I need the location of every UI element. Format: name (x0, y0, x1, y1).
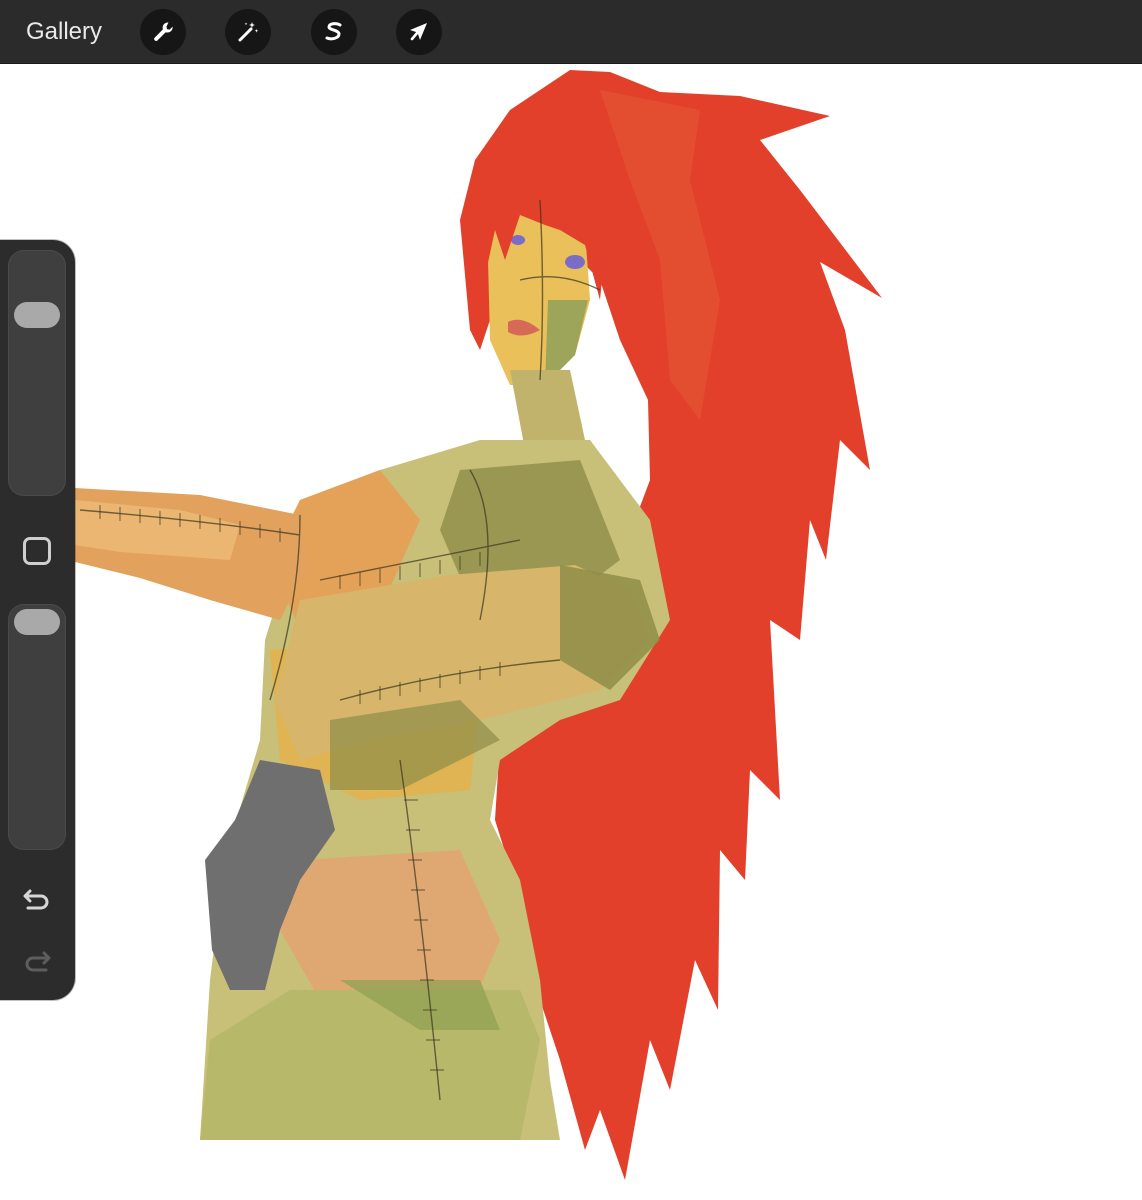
brush-size-thumb[interactable] (14, 302, 60, 328)
gallery-button[interactable]: Gallery (26, 16, 102, 48)
top-toolbar: Gallery (0, 0, 1142, 64)
drawing-canvas[interactable] (0, 64, 1142, 1200)
redo-button[interactable] (18, 944, 56, 978)
redo-icon (25, 951, 51, 972)
arrow-cursor-icon (410, 23, 427, 41)
actions-button[interactable] (140, 9, 186, 55)
magic-wand-icon (238, 22, 259, 42)
wrench-icon (154, 22, 173, 41)
adjustments-button[interactable] (225, 9, 271, 55)
brush-size-slider[interactable] (8, 250, 66, 496)
square-icon (23, 537, 51, 565)
undo-button[interactable] (18, 882, 56, 916)
transform-button[interactable] (396, 9, 442, 55)
brush-opacity-thumb[interactable] (14, 609, 60, 635)
undo-icon (23, 889, 49, 910)
selection-s-icon (325, 22, 342, 41)
left-sidebar (0, 240, 75, 1000)
artwork (75, 70, 882, 1180)
brush-opacity-slider[interactable] (8, 604, 66, 850)
selection-button[interactable] (311, 9, 357, 55)
modify-button[interactable] (20, 534, 54, 568)
